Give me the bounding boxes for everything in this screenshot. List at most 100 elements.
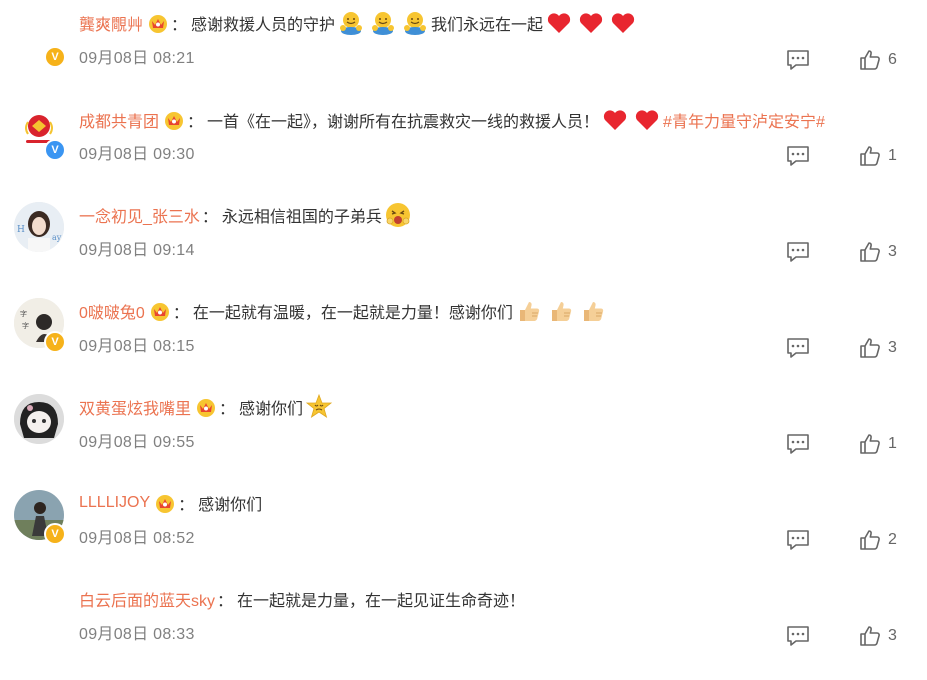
like-count: 2 xyxy=(888,531,897,548)
comment-body: 永远相信祖国的子弟兵 xyxy=(221,209,382,226)
comment-body: 在一起就是力量，在一起见证生命奇迹！ xyxy=(237,593,526,610)
vip-crown-icon xyxy=(154,492,176,514)
avatar-container xyxy=(14,394,66,446)
reply-button[interactable] xyxy=(784,624,812,648)
verified-badge-icon: V xyxy=(44,331,66,353)
comment-time: 09月08日 08:52 xyxy=(79,530,195,547)
avatar-container: Hay xyxy=(14,202,66,254)
comment-username[interactable]: 白云后面的蓝天sky xyxy=(79,587,215,611)
thumbs-up-emoji-icon xyxy=(579,297,607,325)
comment-text: 龔爽覸艸 ： 感谢救援人员的守护 我们永远在一起 xyxy=(79,8,639,38)
comment-item: 双黄蛋炫我嘴里 ： 感谢你们 09月08日 09:55 1 xyxy=(0,384,927,480)
like-count: 3 xyxy=(888,627,897,644)
thumbs-up-icon xyxy=(860,50,880,70)
like-button[interactable]: 3 xyxy=(858,624,897,648)
hug-emoji-icon xyxy=(337,9,365,37)
thumbs-up-icon xyxy=(860,530,880,550)
hashtag-link[interactable]: #青年力量守泸定安宁# xyxy=(663,108,825,132)
reply-button[interactable] xyxy=(784,240,812,264)
comment-body: 感谢你们 xyxy=(198,497,263,514)
separator: ： xyxy=(178,497,195,514)
reply-button[interactable] xyxy=(784,528,812,552)
like-count: 3 xyxy=(888,243,897,260)
avatar[interactable]: Hay xyxy=(14,202,64,252)
verified-badge-icon: V xyxy=(44,139,66,161)
comment-item: 白云后面的蓝天sky ： 在一起就是力量，在一起见证生命奇迹！ 09月08日 0… xyxy=(0,576,927,672)
like-button[interactable]: 1 xyxy=(858,432,897,456)
comment-icon xyxy=(787,338,809,358)
comment-item: V LLLLIJOY ： 感谢你们 09月08日 08:52 2 xyxy=(0,480,927,576)
red-heart-emoji-icon xyxy=(633,106,661,134)
vip-crown-icon xyxy=(147,12,169,34)
comment-icon xyxy=(787,50,809,70)
svg-text:字: 字 xyxy=(20,309,27,318)
like-count: 6 xyxy=(888,51,897,68)
comment-time: 09月08日 09:55 xyxy=(79,434,195,451)
comment-username[interactable]: LLLLIJOY xyxy=(79,494,150,512)
like-count: 1 xyxy=(888,147,897,164)
like-button[interactable]: 1 xyxy=(858,144,897,168)
like-button[interactable]: 6 xyxy=(858,48,897,72)
thumbs-up-icon xyxy=(860,242,880,262)
comment-icon xyxy=(787,146,809,166)
reply-button[interactable] xyxy=(784,432,812,456)
comment-item: V 龔爽覸艸 ： 感谢救援人员的守护 我们永远在一起 09月08日 08:21 xyxy=(0,0,927,96)
comment-username[interactable]: 龔爽覸艸 xyxy=(79,11,143,35)
comment-icon xyxy=(787,530,809,550)
separator: ： xyxy=(172,305,189,322)
comment-time: 09月08日 08:33 xyxy=(79,626,195,643)
thumbs-up-icon xyxy=(860,146,880,166)
like-button[interactable]: 2 xyxy=(858,528,897,552)
verified-badge-icon: V xyxy=(44,523,66,545)
comment-icon xyxy=(787,434,809,454)
separator: ： xyxy=(201,209,218,226)
comment-username[interactable]: 一念初见_张三水 xyxy=(79,203,200,227)
svg-text:H: H xyxy=(17,225,25,235)
thumbs-up-icon xyxy=(860,338,880,358)
thumbs-up-icon xyxy=(860,626,880,646)
thumbs-up-emoji-icon xyxy=(547,297,575,325)
red-heart-emoji-icon xyxy=(609,9,637,37)
thumbs-up-icon xyxy=(860,434,880,454)
comment-icon xyxy=(787,242,809,262)
separator: ： xyxy=(187,114,204,131)
comment-item: Hay 一念初见_张三水 ： 永远相信祖国的子弟兵 09月08日 09:14 3 xyxy=(0,192,927,288)
comment-body: 感谢你们 xyxy=(239,401,304,418)
red-heart-emoji-icon xyxy=(577,9,605,37)
red-heart-emoji-icon xyxy=(601,106,629,134)
reply-button[interactable] xyxy=(784,144,812,168)
svg-text:字: 字 xyxy=(22,321,29,330)
comment-time: 09月08日 08:15 xyxy=(79,338,195,355)
comment-time: 09月08日 08:21 xyxy=(79,50,195,67)
comment-item: V 成都共青团 ： 一首《在一起》，谢谢所有在抗震救灾一线的救援人员！ #青年力… xyxy=(0,96,927,192)
reply-button[interactable] xyxy=(784,336,812,360)
comment-body: 我们永远在一起 xyxy=(431,17,544,34)
vip-crown-icon xyxy=(163,109,185,131)
comment-text: LLLLIJOY ： 感谢你们 xyxy=(79,488,262,518)
reply-button[interactable] xyxy=(784,48,812,72)
crying-face-emoji-icon xyxy=(305,393,333,421)
comment-body: 一首《在一起》，谢谢所有在抗震救灾一线的救援人员！ xyxy=(207,114,600,131)
svg-text:ay: ay xyxy=(52,233,62,242)
thumbs-up-emoji-icon xyxy=(515,297,543,325)
comment-text: 成都共青团 ： 一首《在一起》，谢谢所有在抗震救灾一线的救援人员！ #青年力量守… xyxy=(79,105,825,135)
comment-username[interactable]: 双黄蛋炫我嘴里 xyxy=(79,395,191,419)
comment-time: 09月08日 09:14 xyxy=(79,242,195,259)
like-button[interactable]: 3 xyxy=(858,336,897,360)
like-count: 1 xyxy=(888,435,897,452)
comment-time: 09月08日 09:30 xyxy=(79,146,195,163)
like-button[interactable]: 3 xyxy=(858,240,897,264)
vip-crown-icon xyxy=(195,396,217,418)
comment-username[interactable]: 成都共青团 xyxy=(79,108,159,132)
separator: ： xyxy=(219,401,236,418)
excited-face-emoji-icon xyxy=(384,201,412,229)
hug-emoji-icon xyxy=(401,9,429,37)
comment-text: 白云后面的蓝天sky ： 在一起就是力量，在一起见证生命奇迹！ xyxy=(79,584,525,614)
comment-username[interactable]: 0啵啵兔0 xyxy=(79,299,145,323)
avatar[interactable] xyxy=(14,394,64,444)
red-heart-emoji-icon xyxy=(545,9,573,37)
comment-body: 在一起就有温暖，在一起就是力量！感谢你们 xyxy=(192,305,513,322)
like-count: 3 xyxy=(888,339,897,356)
vip-crown-icon xyxy=(149,300,171,322)
avatar-container: V xyxy=(14,38,66,90)
